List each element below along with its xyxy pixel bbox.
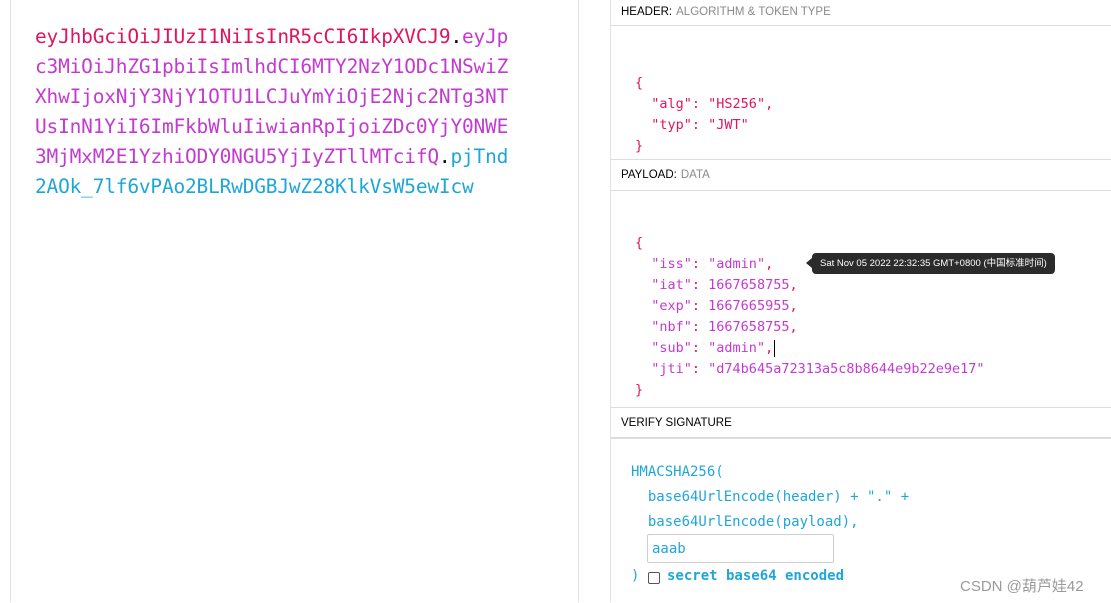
iss-value: "admin": [708, 256, 766, 272]
brace-open: {: [635, 75, 644, 91]
exp-value: 1667665955: [708, 298, 790, 314]
header-encode-line: base64UrlEncode(header) + "." +: [631, 489, 910, 505]
header-section-title: HEADER: ALGORITHM & TOKEN TYPE: [611, 0, 1111, 26]
brace-close: }: [635, 138, 644, 154]
sub-key: "sub": [651, 340, 692, 356]
secret-input[interactable]: [647, 534, 834, 563]
verify-section-title: VERIFY SIGNATURE: [611, 407, 1111, 438]
brace-close: }: [635, 382, 644, 398]
secret-base64-label[interactable]: secret base64 encoded: [667, 568, 844, 584]
header-json-editor[interactable]: { "alg": "HS256", "typ": "JWT" }: [635, 52, 773, 157]
payload-section-title: PAYLOAD: DATA: [611, 159, 1111, 191]
typ-key: "typ": [651, 117, 692, 133]
token-separator-dot: .: [450, 25, 462, 48]
alg-key: "alg": [651, 96, 692, 112]
token-header-part: eyJhbGciOiJIUzI1NiIsInR5cCI6IkpXVCJ9: [35, 25, 451, 48]
hmac-line: HMACSHA256(: [631, 464, 724, 480]
exp-key: "exp": [651, 298, 692, 314]
typ-value: "JWT": [708, 117, 749, 133]
payload-title: PAYLOAD:: [621, 169, 677, 181]
token-separator-dot: .: [438, 145, 451, 168]
iss-key: "iss": [651, 256, 692, 272]
close-paren: ): [631, 568, 640, 584]
watermark-text: CSDN @葫芦娃42: [960, 578, 1084, 595]
jti-value: "d74b645a72313a5c8b8644e9b22e9e17": [708, 361, 985, 377]
nbf-value: 1667658755: [708, 319, 790, 335]
verify-signature-code: HMACSHA256( base64UrlEncode(header) + ".…: [631, 460, 909, 535]
iat-value: 1667658755: [708, 277, 790, 293]
iat-date-tooltip: Sat Nov 05 2022 22:32:35 GMT+0800 (中国标准时…: [806, 253, 1055, 274]
payload-subtitle: DATA: [680, 169, 710, 181]
encoded-token-text[interactable]: eyJhbGciOiJIUzI1NiIsInR5cCI6IkpXVCJ9.eyJ…: [35, 22, 515, 202]
nbf-key: "nbf": [651, 319, 692, 335]
secret-base64-checkbox[interactable]: [648, 572, 660, 584]
payload-json-editor[interactable]: { "iss": "admin", "iat": 1667658755, "ex…: [635, 212, 985, 401]
text-caret: [774, 339, 776, 357]
encoded-panel[interactable]: eyJhbGciOiJIUzI1NiIsInR5cCI6IkpXVCJ9.eyJ…: [10, 0, 579, 602]
header-subtitle: ALGORITHM & TOKEN TYPE: [676, 6, 831, 18]
header-title: HEADER:: [621, 6, 673, 18]
sub-value: "admin": [708, 340, 766, 356]
alg-value: "HS256": [708, 96, 766, 112]
jti-key: "jti": [651, 361, 692, 377]
payload-encode-line: base64UrlEncode(payload),: [631, 514, 859, 530]
brace-open: {: [635, 235, 644, 251]
verify-title: VERIFY SIGNATURE: [621, 417, 732, 429]
iat-key: "iat": [651, 277, 692, 293]
